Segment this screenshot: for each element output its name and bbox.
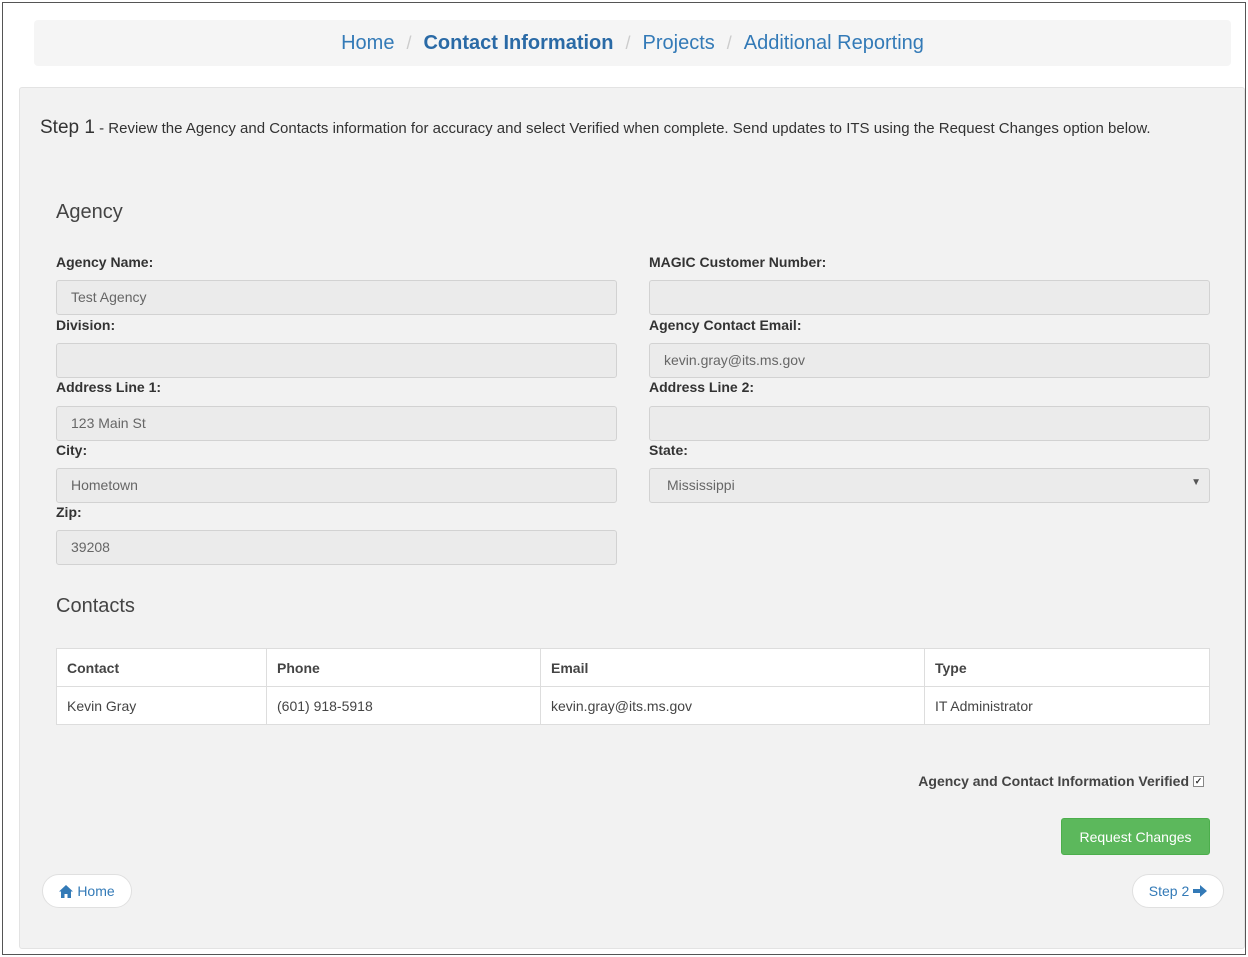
division-field[interactable] <box>56 343 617 378</box>
agency-name-label: Agency Name: <box>56 254 154 270</box>
magic-customer-number-label: MAGIC Customer Number: <box>649 254 827 270</box>
request-changes-button[interactable]: Request Changes <box>1061 818 1210 855</box>
table-header-row: Contact Phone Email Type <box>56 648 1210 687</box>
verified-checkbox[interactable]: ✓ <box>1193 775 1204 787</box>
verified-row: Agency and Contact Information Verified … <box>918 773 1204 789</box>
contacts-table: Contact Phone Email Type Kevin Gray (601… <box>56 648 1210 725</box>
column-header-email: Email <box>540 648 925 687</box>
step-number: Step 1 <box>40 117 95 138</box>
step-2-button[interactable]: Step 2 <box>1132 874 1224 908</box>
main-panel: Step 1 - Review the Agency and Contacts … <box>19 87 1245 949</box>
address-line-2-label: Address Line 2: <box>649 379 755 395</box>
home-button-label: Home <box>77 883 115 899</box>
column-header-phone: Phone <box>266 648 541 687</box>
agency-section-title: Agency <box>56 201 123 223</box>
agency-name-field[interactable]: Test Agency <box>56 280 617 315</box>
state-label: State: <box>649 442 688 458</box>
state-select[interactable]: Mississippi ▼ <box>649 468 1210 503</box>
breadcrumb-contact-information[interactable]: Contact Information <box>423 32 613 55</box>
home-icon <box>59 884 74 898</box>
state-select-value: Mississippi <box>667 477 735 493</box>
breadcrumb-projects[interactable]: Projects <box>643 32 715 55</box>
home-button[interactable]: Home <box>42 874 132 908</box>
breadcrumb-separator: / <box>726 32 732 53</box>
arrow-right-icon <box>1193 885 1208 897</box>
address-line-2-field[interactable] <box>649 406 1210 441</box>
zip-field[interactable]: 39208 <box>56 530 617 565</box>
address-line-1-field[interactable]: 123 Main St <box>56 406 617 441</box>
caret-down-icon: ▼ <box>1191 477 1201 488</box>
division-label: Division: <box>56 317 116 333</box>
breadcrumb-home[interactable]: Home <box>341 32 394 55</box>
step-description: - Review the Agency and Contacts informa… <box>94 120 1151 137</box>
breadcrumb-separator: / <box>406 32 412 53</box>
contact-phone-cell: (601) 918-5918 <box>266 686 541 725</box>
breadcrumb-separator: / <box>625 32 631 53</box>
step-2-button-label: Step 2 <box>1148 883 1190 899</box>
breadcrumb-additional-reporting[interactable]: Additional Reporting <box>744 32 924 55</box>
contacts-section-title: Contacts <box>56 595 135 617</box>
city-field[interactable]: Hometown <box>56 468 617 503</box>
table-row: Kevin Gray (601) 918-5918 kevin.gray@its… <box>56 686 1210 725</box>
address-line-1-label: Address Line 1: <box>56 379 162 395</box>
agency-contact-email-label: Agency Contact Email: <box>649 317 802 333</box>
city-label: City: <box>56 442 88 458</box>
verified-label: Agency and Contact Information Verified <box>918 773 1189 789</box>
column-header-contact: Contact <box>56 648 267 687</box>
page-frame: Home / Contact Information / Projects / … <box>2 2 1246 955</box>
breadcrumb: Home / Contact Information / Projects / … <box>34 20 1231 66</box>
zip-label: Zip: <box>56 504 82 520</box>
agency-contact-email-field[interactable]: kevin.gray@its.ms.gov <box>649 343 1210 378</box>
column-header-type: Type <box>924 648 1210 687</box>
contact-name-cell: Kevin Gray <box>56 686 267 725</box>
step-instructions: Step 1 - Review the Agency and Contacts … <box>40 118 1220 139</box>
contact-type-cell: IT Administrator <box>924 686 1210 725</box>
magic-customer-number-field[interactable] <box>649 280 1210 315</box>
contact-email-cell: kevin.gray@its.ms.gov <box>540 686 925 725</box>
